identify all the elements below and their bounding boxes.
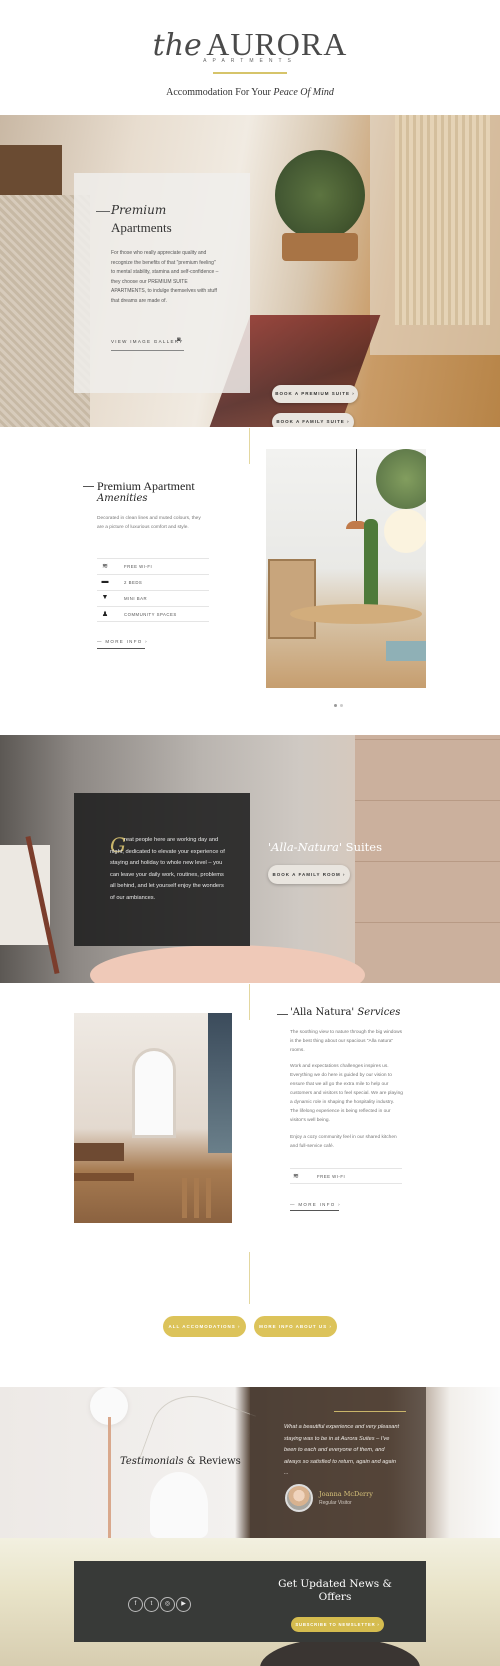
all-accommodations-button[interactable]: ALL ACCOMODATIONS › [163, 1316, 246, 1337]
rock-image [260, 1638, 420, 1666]
hero-card: Premium Apartments For those who really … [74, 173, 250, 393]
hero-dash [96, 211, 110, 212]
stools [182, 1178, 218, 1218]
facebook-icon[interactable]: f [128, 1597, 143, 1612]
alla-more-info-link[interactable]: — MORE INFO › [290, 1202, 341, 1207]
subscribe-button[interactable]: SUBSCRIBE TO NEWSLETTER › [291, 1617, 384, 1632]
alla-paragraph: Enjoy a cozy community feel in our share… [290, 1135, 397, 1149]
more-info-underline [97, 648, 145, 649]
arched-window [132, 1048, 176, 1138]
carousel-dots[interactable] [334, 694, 346, 712]
bath-text: reat people here are working day and nig… [110, 837, 225, 901]
carousel-dot[interactable] [340, 704, 343, 707]
amenity-label: COMMUNITY SPACES [124, 612, 177, 617]
branches-image [139, 1387, 256, 1491]
cocktail-icon: ▼ [101, 594, 109, 601]
wall-art [208, 1013, 232, 1153]
reviewer-role: Regular Visitor [319, 1500, 352, 1506]
logo-aurora: AURORA [206, 26, 348, 62]
alla-title: 'Alla Natura' Services [290, 1007, 401, 1018]
logo-subtitle: APARTMENTS [203, 58, 297, 64]
bath-section: G reat people here are working day and n… [0, 735, 500, 983]
arrow-right-icon: › [352, 391, 355, 396]
chair [386, 641, 426, 661]
amenity-row: ≋ FREE WI-FI [290, 1168, 402, 1184]
dining-room-image [266, 449, 426, 688]
globe-lamp [384, 509, 426, 553]
hero-text: For those who really appreciate quality … [111, 250, 219, 304]
bath-card: G reat people here are working day and n… [74, 793, 250, 946]
cafe-image [74, 1013, 232, 1223]
bath-title: 'Alla-Natura' Suites [268, 840, 382, 854]
testimonials-title: Testimonials & Reviews [120, 1456, 241, 1467]
hero-curtain-image [395, 115, 490, 325]
amenities-title-italic: Amenities [97, 493, 148, 504]
wifi-icon: ≋ [293, 1173, 299, 1180]
hero-title: Apartments [111, 220, 172, 235]
plant-leaves [376, 449, 426, 509]
alla-paragraph: Work and expectations challenges inspire… [290, 1064, 403, 1123]
bench [74, 1173, 134, 1181]
amenities-title: Premium Apartment [97, 479, 195, 493]
instagram-icon[interactable]: ◎ [160, 1597, 175, 1612]
avatar [285, 1484, 313, 1512]
counter [74, 1143, 124, 1161]
newsletter-section: f t ◎ ▶ Get Updated News & Offers SUBSCR… [0, 1538, 500, 1666]
amenity-row: ≋ FREE WI-FI [97, 558, 209, 574]
arrow-right-icon: › [347, 419, 350, 424]
vase-image [150, 1472, 208, 1538]
divider-line [249, 1252, 250, 1304]
alla-dash [277, 1014, 288, 1015]
bathtub-image [90, 945, 365, 983]
amenity-label: 2 BEDS [124, 580, 143, 585]
bath-tile-wall [355, 735, 500, 983]
wifi-icon: ≋ [102, 563, 108, 570]
amenity-row: ♟ COMMUNITY SPACES [97, 606, 209, 622]
lamp-pole [108, 1417, 111, 1538]
divider-line [249, 428, 250, 464]
twitter-icon[interactable]: t [144, 1597, 159, 1612]
gallery-link-underline [111, 350, 184, 351]
hero-plant-image [275, 150, 365, 240]
more-info-underline [290, 1210, 339, 1211]
newsletter-title: Get Updated News & Offers [278, 1578, 392, 1603]
amenity-row: ▼ MINI BAR [97, 590, 209, 606]
pendant-cord [356, 449, 357, 524]
hero-title-italic: Premium [111, 203, 167, 217]
book-family-suite-button[interactable]: BOOK A FAMILY SUITE › [272, 413, 354, 427]
amenities-dash [83, 486, 94, 487]
amenity-row: ▬ 2 BEDS [97, 574, 209, 590]
amenity-label: FREE WI-FI [124, 564, 153, 569]
testimonial-accent-line [334, 1411, 406, 1412]
hero-pot-image [282, 233, 358, 261]
person-icon: ♟ [101, 611, 109, 618]
view-gallery-link[interactable]: VIEW IMAGE GALLERY [111, 339, 184, 344]
logo-underline [213, 72, 287, 74]
hero-section: Premium Apartments For those who really … [0, 115, 500, 427]
carousel-dot[interactable] [334, 704, 337, 707]
bed-icon: ▬ [101, 578, 109, 585]
divider-line [249, 984, 250, 1020]
amenities-more-info-link[interactable]: — MORE INFO › [97, 639, 148, 644]
dining-table [290, 604, 422, 624]
testimonial-quote: What a beautiful experience and very ple… [284, 1424, 400, 1476]
reviewer-name: Joanna McDerry [319, 1490, 373, 1498]
alla-paragraph: The soothing view to nature through the … [290, 1030, 402, 1053]
cabinet [268, 559, 316, 639]
amenities-description: Decorated in clean lines and muted colou… [97, 516, 201, 530]
youtube-icon[interactable]: ▶ [176, 1597, 191, 1612]
more-info-about-us-button[interactable]: MORE INFO ABOUT US › [254, 1316, 337, 1337]
book-family-room-button[interactable]: BOOK A FAMILY ROOM › [268, 865, 350, 884]
camera-icon: ◙ [177, 337, 181, 343]
cactus [364, 519, 378, 614]
book-premium-suite-button[interactable]: BOOK A PREMIUM SUITE › [272, 385, 358, 403]
testimonials-section: Testimonials & Reviews What a beautiful … [0, 1387, 500, 1538]
amenity-label: MINI BAR [124, 596, 148, 601]
tagline: Accommodation For Your Peace Of Mind [166, 87, 334, 98]
newsletter-card: f t ◎ ▶ Get Updated News & Offers SUBSCR… [74, 1561, 426, 1642]
amenity-label: FREE WI-FI [317, 1174, 346, 1179]
